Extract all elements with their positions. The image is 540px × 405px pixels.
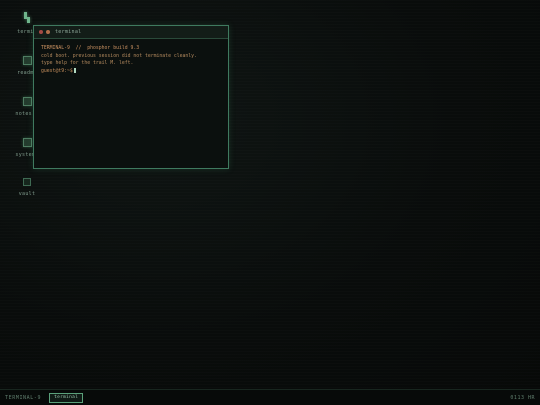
terminal-line: type help for the trail M. left. — [41, 61, 134, 66]
close-icon[interactable] — [39, 30, 43, 34]
minimize-icon[interactable] — [46, 30, 50, 34]
terminal-icon — [22, 12, 32, 24]
window-title: terminal — [55, 29, 82, 35]
taskbar: TERMINAL-9 terminal 0113 HR — [0, 389, 540, 405]
terminal-line: TERMINAL-9 // phosphor build 9.3 — [41, 46, 140, 51]
taskbar-terminal-button[interactable]: terminal — [49, 393, 84, 403]
terminal-output[interactable]: TERMINAL-9 // phosphor build 9.3 cold boo… — [34, 39, 228, 81]
taskbar-brand: TERMINAL-9 — [5, 395, 42, 401]
file-icon — [22, 56, 32, 65]
terminal-line: cold boot. previous session did not term… — [41, 53, 197, 59]
file-icon — [22, 97, 32, 106]
file-icon — [22, 138, 32, 147]
terminal-input-line[interactable]: guest@t9:~$ — [41, 67, 221, 76]
desktop: termin readme notes.t system. vault term… — [0, 0, 540, 405]
terminal-prompt: guest@t9:~$ — [41, 68, 73, 74]
folder-icon — [23, 178, 31, 186]
desktop-icon-label: vault — [18, 191, 36, 197]
window-titlebar[interactable]: terminal — [34, 26, 228, 39]
terminal-window[interactable]: terminal TERMINAL-9 // phosphor build 9.… — [33, 25, 229, 169]
taskbar-clock: 0113 HR — [510, 395, 535, 401]
text-cursor — [73, 67, 76, 73]
desktop-icon-vault[interactable]: vault — [7, 178, 47, 197]
